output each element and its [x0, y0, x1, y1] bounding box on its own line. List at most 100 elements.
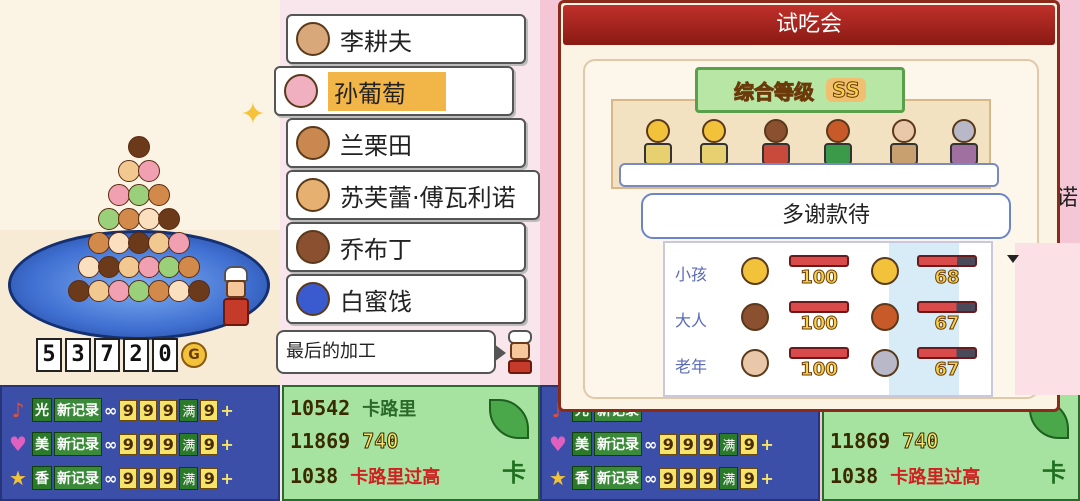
cream-puff — [168, 232, 190, 254]
stat-tag: 香 — [572, 466, 592, 490]
score-column-after — [1015, 243, 1080, 395]
score-value: 67 — [934, 359, 960, 381]
staff-avatar-icon — [296, 230, 330, 264]
money-digit: 5 — [36, 338, 62, 372]
right-screen: ♪ 光 新记录 ♥ 美 新记录 ∞ 9 9 9 满 9 + ★ 香 新记录 ∞ … — [540, 0, 1080, 501]
cream-puff — [108, 232, 130, 254]
stat-value-secondary: 740 — [902, 429, 939, 454]
cream-puff — [88, 280, 110, 302]
judge-kid — [697, 119, 731, 169]
full-badge: 满 — [179, 398, 199, 422]
kid-face-icon — [871, 257, 899, 285]
staff-avatar-icon — [296, 178, 330, 212]
cream-puff — [118, 160, 140, 182]
staff-avatar-icon — [296, 22, 330, 56]
staff-name: 苏芙蕾·傅瓦利诺 — [340, 183, 516, 212]
money-digit: 2 — [123, 338, 149, 372]
info-line: 10542 卡路里 — [290, 395, 416, 421]
stat-digit: 9 — [119, 433, 138, 455]
cream-puff — [98, 256, 120, 278]
new-record-badge: 新记录 — [54, 398, 102, 422]
menu-item-staff[interactable]: 乔布丁 — [286, 222, 526, 272]
menu-item-staff[interactable]: 兰栗田 — [286, 118, 526, 168]
rank-grade: SS — [826, 78, 866, 103]
judge-adult — [821, 119, 855, 169]
stat-digit: 9 — [159, 399, 178, 421]
stat-digit: 9 — [679, 467, 698, 489]
cream-puff — [138, 208, 160, 230]
stat-value-secondary: 740 — [362, 429, 399, 454]
plus-symbol: + — [760, 434, 774, 454]
menu-item-staff[interactable]: 白蜜饯 — [286, 274, 526, 324]
stat-digit: 9 — [699, 467, 718, 489]
infinity-symbol: ∞ — [104, 400, 118, 420]
stat-digit: 9 — [200, 433, 219, 455]
menu-item-staff[interactable]: 李耕夫 — [286, 14, 526, 64]
judge-elder — [947, 119, 981, 169]
infinity-symbol: ∞ — [104, 468, 118, 488]
full-badge: 满 — [179, 466, 199, 490]
score-value: 100 — [800, 313, 839, 335]
row-label-adults: 大人 — [675, 311, 708, 330]
elder-face-icon — [741, 349, 769, 377]
cream-puff — [128, 232, 150, 254]
score-bar: 100 — [789, 255, 849, 291]
score-bar-fill — [917, 255, 977, 267]
menu-item-staff[interactable]: 苏芙蕾·傅瓦利诺 — [286, 170, 540, 220]
score-bar-fill — [789, 301, 849, 313]
stat-value: 11869 — [290, 429, 351, 453]
stat-tag: 美 — [32, 432, 52, 456]
staff-name: 白蜜饯 — [340, 287, 412, 316]
judge-elder — [887, 119, 921, 169]
info-line: 11869 740 — [830, 429, 939, 454]
staff-avatar-icon — [296, 282, 330, 316]
dialog-title: 试吃会 — [563, 5, 1055, 45]
star-icon: ★ — [549, 466, 567, 490]
chef-face — [226, 280, 246, 298]
scroll-down-icon[interactable] — [1007, 255, 1019, 263]
money-counter: 5 3 7 2 0 G — [36, 338, 207, 372]
cream-puff — [148, 232, 170, 254]
cream-puff — [68, 280, 90, 302]
row-label-elders: 老年 — [675, 357, 708, 376]
stat-digit: 9 — [200, 467, 219, 489]
row-label-kids: 小孩 — [675, 265, 708, 284]
staff-name: 兰栗田 — [340, 131, 412, 160]
score-bar: 68 — [917, 255, 977, 291]
speech-bubble: 多谢款待 — [641, 193, 1011, 239]
score-bar-fill — [917, 347, 977, 359]
score-value: 67 — [934, 313, 960, 335]
staff-name: 孙葡萄 — [328, 71, 446, 111]
star-icon: ★ — [9, 466, 27, 490]
money-digit: 7 — [94, 338, 120, 372]
heart-icon: ♥ — [549, 432, 567, 456]
stat-digit: 9 — [740, 433, 759, 455]
cream-puff — [158, 256, 180, 278]
chef-mini-icon — [504, 330, 536, 376]
menu-item-staff-selected[interactable]: 孙葡萄 — [274, 66, 514, 116]
plus-symbol: + — [220, 400, 234, 420]
new-record-badge: 新记录 — [594, 432, 642, 456]
score-value: 68 — [934, 267, 960, 289]
stat-row: ★ 香 新记录 ∞ 9 9 9 满 9 + — [6, 461, 278, 495]
score-value: 100 — [800, 359, 839, 381]
calorie-info-panel: 10542 卡路里 11869 740 卡 1038 卡路里过高 — [282, 385, 540, 501]
money-digit: 3 — [65, 338, 91, 372]
cream-puff — [128, 136, 150, 158]
stat-digit: 9 — [659, 433, 678, 455]
score-bar-fill — [789, 347, 849, 359]
score-bar-fill — [789, 255, 849, 267]
tasting-dialog: 试吃会 综合等级 SS 多谢款待 小孩 大人 老年 100 100 100 68… — [558, 0, 1080, 412]
info-line: 11869 740 — [290, 429, 399, 454]
cream-puff — [118, 256, 140, 278]
rank-label: 综合等级 — [734, 79, 815, 104]
stat-row: ♪ 光 新记录 ∞ 9 9 9 满 9 + — [6, 393, 278, 427]
overall-rank-badge: 综合等级 SS — [695, 67, 905, 113]
full-badge: 满 — [179, 432, 199, 456]
calorie-value: 10542 — [290, 396, 351, 420]
new-record-badge: 新记录 — [594, 466, 642, 490]
cream-puff — [108, 184, 130, 206]
full-badge: 满 — [719, 466, 739, 490]
stat-digit: 9 — [139, 433, 158, 455]
cream-puff — [118, 208, 140, 230]
